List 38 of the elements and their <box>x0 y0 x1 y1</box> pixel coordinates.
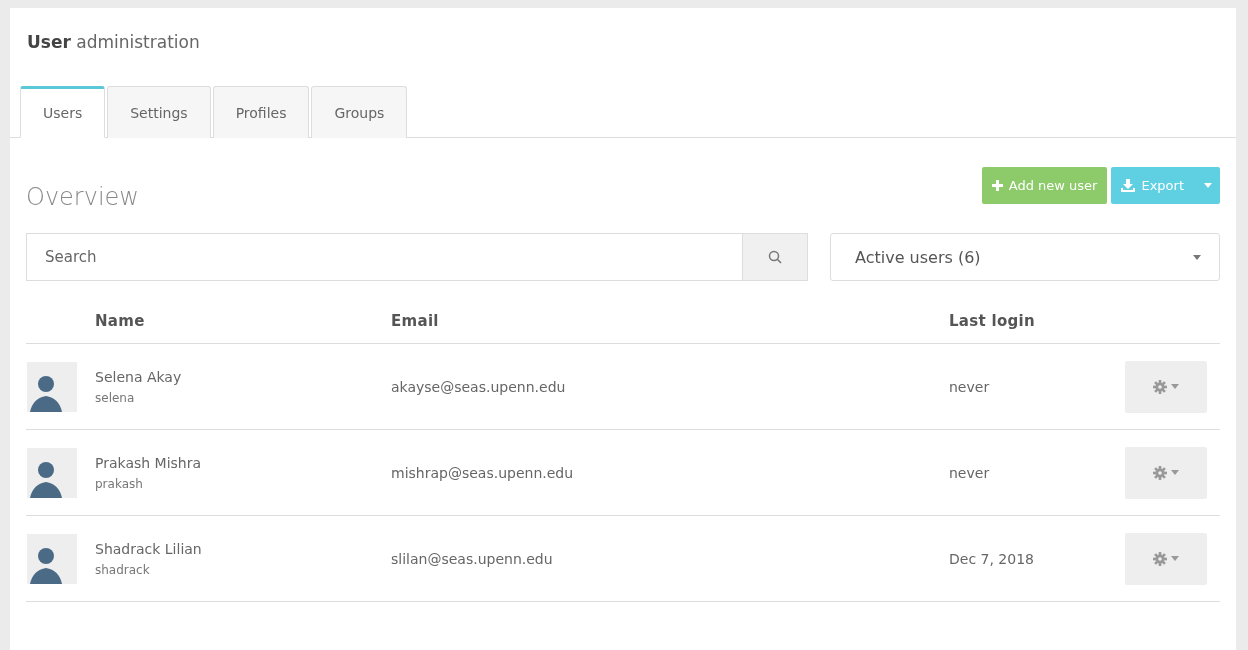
caret-icon <box>1171 470 1179 475</box>
settings-icon <box>1153 465 1167 480</box>
caret-icon <box>1193 254 1201 260</box>
settings-icon <box>1153 551 1167 566</box>
search-icon <box>768 250 782 264</box>
caret-icon <box>1171 384 1179 389</box>
column-header: Name <box>95 312 145 330</box>
caret-icon <box>1171 556 1179 561</box>
tab[interactable]: Profiles <box>212 86 310 138</box>
tab[interactable]: Groups <box>311 86 408 138</box>
tab[interactable]: Users <box>20 86 106 138</box>
last-login: never <box>949 464 990 481</box>
user-name: Shadrack Lilian <box>95 540 203 557</box>
user-name: Prakash Mishra <box>95 454 203 471</box>
caret-icon <box>1204 183 1212 188</box>
search-field[interactable]: Search <box>26 233 742 281</box>
filter-dropdown[interactable]: Active users (6) <box>830 233 1220 281</box>
tab[interactable]: Settings <box>107 86 211 138</box>
plus-icon <box>991 180 1003 191</box>
username: selena <box>95 390 136 405</box>
column-header: Email <box>391 312 439 330</box>
section-title: Overview <box>26 183 139 211</box>
username: prakash <box>95 476 144 491</box>
search-button[interactable] <box>742 233 808 281</box>
column-header: Last login <box>949 312 1035 330</box>
user-email: mishrap@seas.upenn.edu <box>391 464 574 481</box>
last-login: never <box>949 378 990 395</box>
last-login: Dec 7, 2018 <box>949 550 1034 567</box>
download-icon <box>1121 179 1136 192</box>
page-title: User administration <box>26 31 201 54</box>
settings-menu-button[interactable] <box>1125 360 1207 413</box>
username: shadrack <box>95 562 151 577</box>
user-email: slilan@seas.upenn.edu <box>391 550 553 567</box>
settings-menu-button[interactable] <box>1125 532 1207 585</box>
user-name: Selena Akay <box>95 368 183 385</box>
settings-menu-button[interactable] <box>1125 446 1207 499</box>
settings-icon <box>1153 379 1167 394</box>
user-email: akayse@seas.upenn.edu <box>391 378 566 395</box>
